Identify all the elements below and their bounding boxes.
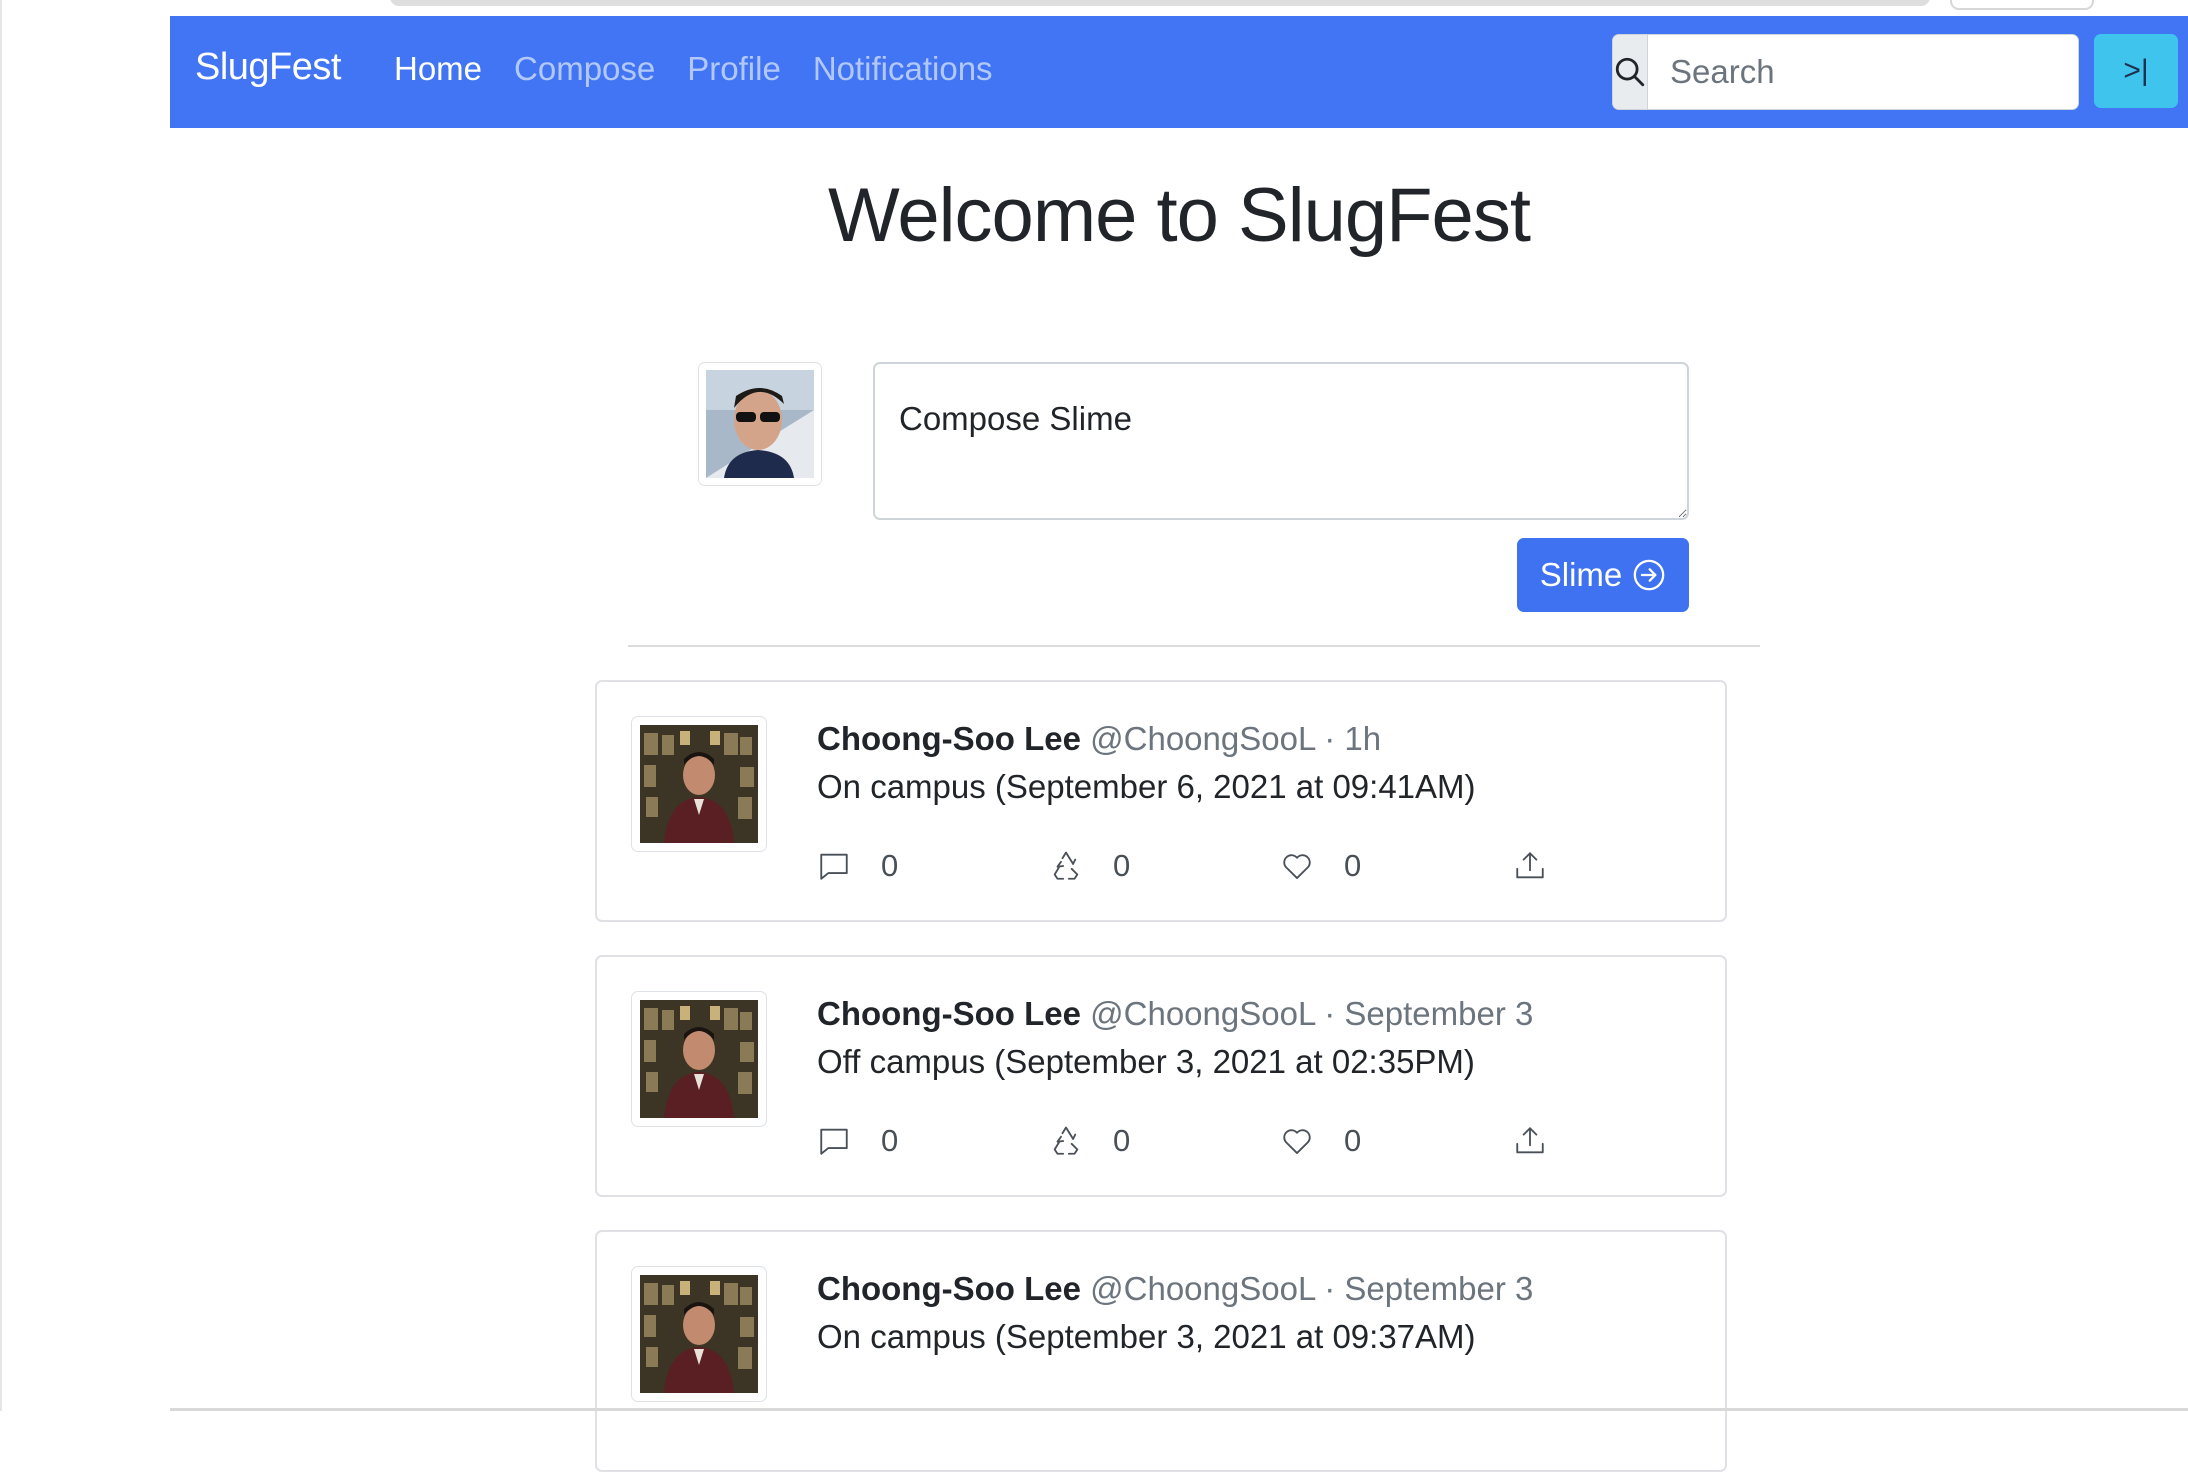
post-text: On campus (September 3, 2021 at 09:37AM) (817, 1318, 1476, 1355)
reslime-button[interactable]: 0 (1049, 846, 1130, 886)
slime-button[interactable]: Slime (1517, 538, 1689, 612)
reslime-count: 0 (1113, 848, 1131, 883)
heart-icon (1283, 1129, 1311, 1154)
post-text: Off campus (September 3, 2021 at 02:35PM… (817, 1043, 1475, 1080)
post-header: Choong-Soo Lee @ChoongSooL · 1h (817, 720, 1381, 758)
post-author-name[interactable]: Choong-Soo Lee (817, 995, 1081, 1032)
chat-icon (820, 1128, 848, 1155)
brand-logo[interactable]: SlugFest (195, 46, 341, 89)
search-icon[interactable] (1613, 35, 1648, 109)
like-button[interactable]: 0 (1280, 846, 1361, 886)
nav-links: Home Compose Profile Notifications (394, 50, 993, 88)
share-icon (1516, 1127, 1544, 1154)
post-avatar[interactable] (631, 991, 767, 1127)
nav-notifications[interactable]: Notifications (813, 50, 993, 88)
search-group (1612, 34, 2079, 110)
reslime-count: 0 (1113, 1123, 1131, 1158)
toggle-symbol: >| (2123, 54, 2149, 87)
post-timestamp: · September 3 (1324, 995, 1534, 1032)
divider (628, 645, 1760, 647)
avatar (698, 362, 822, 486)
recycle-icon (1053, 851, 1079, 880)
reslime-button[interactable]: 0 (1049, 1121, 1130, 1161)
post-timestamp: · 1h (1324, 720, 1382, 757)
post-text: On campus (September 6, 2021 at 09:41AM) (817, 768, 1476, 805)
post-avatar[interactable] (631, 1266, 767, 1402)
post-author-handle[interactable]: @ChoongSooL (1090, 995, 1315, 1032)
arrow-right-circle-icon (1633, 559, 1665, 591)
browser-chrome-strip (170, 0, 2188, 16)
like-button[interactable]: 0 (1280, 1121, 1361, 1161)
chat-icon (820, 853, 848, 880)
post-header: Choong-Soo Lee @ChoongSooL · September 3 (817, 995, 1533, 1033)
post-card[interactable]: Choong-Soo Lee @ChoongSooL · September 3… (595, 1230, 1727, 1472)
post-timestamp: · September 3 (1324, 1270, 1534, 1307)
recycle-icon (1053, 1126, 1079, 1155)
post-card[interactable]: Choong-Soo Lee @ChoongSooL · September 3… (595, 955, 1727, 1197)
reply-button[interactable]: 0 (817, 846, 898, 886)
window-edge (0, 0, 2, 1411)
post-author-name[interactable]: Choong-Soo Lee (817, 1270, 1081, 1307)
address-bar[interactable] (390, 0, 1930, 6)
reply-count: 0 (881, 1123, 899, 1158)
heart-icon (1283, 854, 1311, 879)
like-count: 0 (1344, 848, 1362, 883)
post-author-name[interactable]: Choong-Soo Lee (817, 720, 1081, 757)
post-author-handle[interactable]: @ChoongSooL (1090, 720, 1315, 757)
post-actions: 0 0 0 (817, 846, 1577, 886)
browser-button[interactable] (1950, 0, 2094, 10)
search-input[interactable] (1648, 35, 2078, 109)
nav-profile[interactable]: Profile (687, 50, 781, 88)
sidebar-toggle-button[interactable]: >| (2094, 34, 2178, 108)
page-title: Welcome to SlugFest (828, 173, 1531, 258)
nav-compose[interactable]: Compose (514, 50, 655, 88)
compose-textarea[interactable] (873, 362, 1689, 520)
post-actions: 0 0 0 (817, 1121, 1577, 1161)
navbar: SlugFest Home Compose Profile Notificati… (170, 16, 2188, 128)
reply-count: 0 (881, 848, 899, 883)
reply-button[interactable]: 0 (817, 1121, 898, 1161)
slime-button-label: Slime (1539, 556, 1623, 593)
post-avatar[interactable] (631, 716, 767, 852)
like-count: 0 (1344, 1123, 1362, 1158)
share-icon (1516, 852, 1544, 879)
post-author-handle[interactable]: @ChoongSooL (1090, 1270, 1315, 1307)
post-header: Choong-Soo Lee @ChoongSooL · September 3 (817, 1270, 1533, 1308)
nav-home[interactable]: Home (394, 50, 482, 88)
post-card[interactable]: Choong-Soo Lee @ChoongSooL · 1h On campu… (595, 680, 1727, 922)
share-button[interactable] (1513, 846, 1547, 886)
share-button[interactable] (1513, 1121, 1547, 1161)
